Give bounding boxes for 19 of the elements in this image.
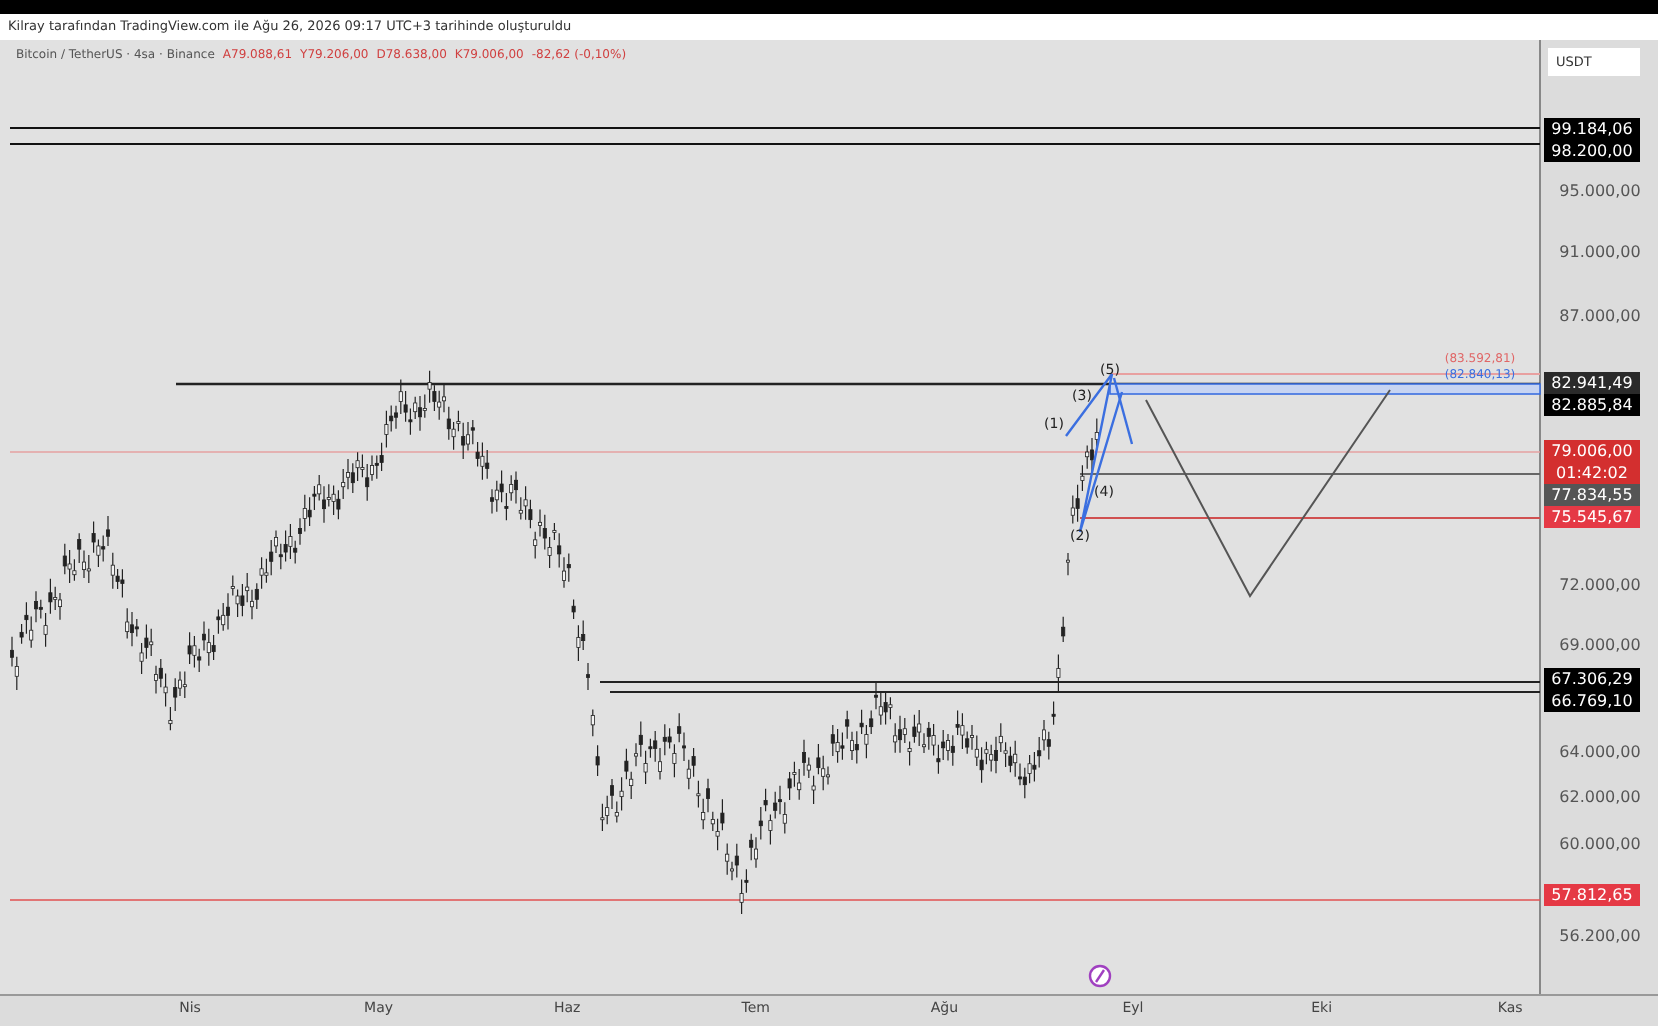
price-tag: 79.006,00 01:42:02: [1544, 440, 1640, 485]
price-tag: 57.812,65: [1544, 884, 1640, 907]
price-axis-label: 72.000,00: [1559, 575, 1641, 594]
price-axis-label: 91.000,00: [1559, 243, 1641, 262]
price-tag: 66.769,10: [1544, 690, 1640, 713]
price-axis-label: 95.000,00: [1559, 182, 1641, 200]
price-tag: 77.834,55: [1544, 484, 1640, 507]
price-axis-label: 56.200,00: [1559, 927, 1641, 946]
price-axis-label: 87.000,00: [1559, 306, 1641, 325]
price-axis-label: 69.000,00: [1559, 636, 1641, 655]
price-axis-label: 62.000,00: [1559, 787, 1641, 806]
price-tag: 67.306,29: [1544, 668, 1640, 691]
price-tag: 99.184,06: [1544, 117, 1640, 140]
price-tag: 98.200,00: [1544, 139, 1640, 162]
price-tag: 82.941,49: [1544, 371, 1640, 394]
price-axis-label: 60.000,00: [1559, 834, 1641, 853]
price-tag: 75.545,67: [1544, 506, 1640, 529]
price-axis-label: 64.000,00: [1559, 742, 1641, 761]
price-tag: 82.885,84: [1544, 393, 1640, 416]
